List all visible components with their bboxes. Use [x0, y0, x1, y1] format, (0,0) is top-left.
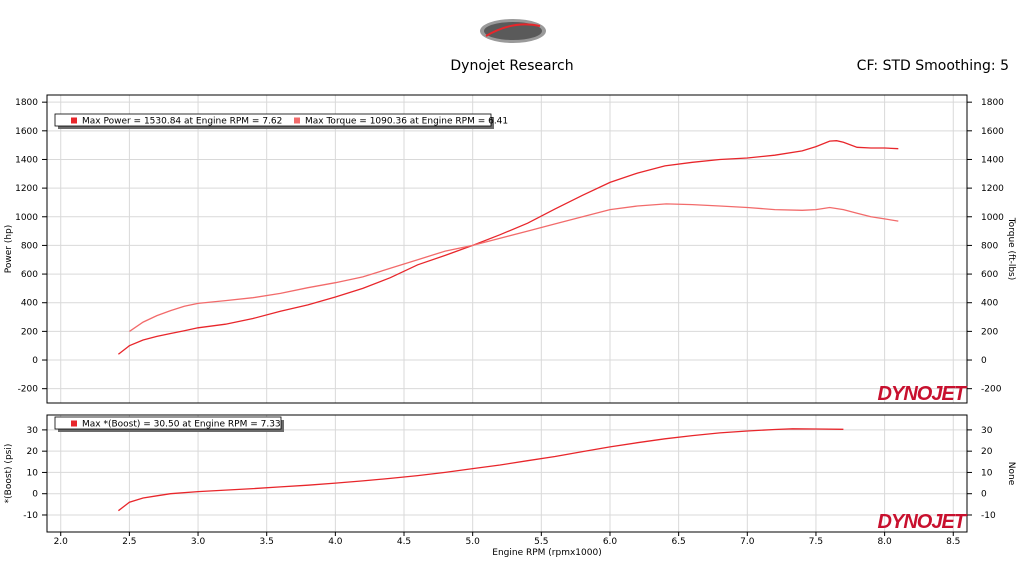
y-right-tick-label: 600	[981, 270, 998, 280]
y-right-tick-label: 400	[981, 299, 998, 309]
y-right-tick-label: 0	[981, 490, 987, 500]
y-tick-label: 0	[32, 356, 38, 366]
x-tick-label: 8.0	[877, 537, 892, 547]
dynojet-watermark: DYNOJET	[878, 511, 968, 533]
x-tick-label: 6.5	[671, 537, 685, 547]
y-tick-label: 10	[27, 468, 39, 478]
y-tick-label: 0	[32, 490, 38, 500]
y-axis-label: Power (hp)	[4, 225, 14, 274]
y-tick-label: 800	[21, 241, 38, 251]
x-axis-label: Engine RPM (rpmx1000)	[492, 548, 601, 558]
x-tick-label: 4.0	[328, 537, 343, 547]
x-tick-label: 5.5	[534, 537, 548, 547]
boost-legend-swatch	[71, 420, 77, 427]
x-tick-label: 7.5	[809, 537, 823, 547]
y-tick-label: 1600	[15, 127, 38, 137]
y-tick-label: 200	[21, 327, 38, 337]
y-right-tick-label: 1800	[981, 98, 1004, 108]
boost-series-line	[118, 428, 844, 512]
y-axis-label: *(Boost) (psi)	[4, 444, 14, 504]
dynojet-watermark: DYNOJET	[878, 383, 968, 405]
y-right-tick-label: -10	[981, 511, 996, 521]
y-tick-label: -200	[18, 385, 39, 395]
x-tick-label: 4.5	[397, 537, 411, 547]
x-tick-label: 6.0	[603, 537, 618, 547]
y-tick-label: 20	[27, 447, 39, 457]
y-right-tick-label: -200	[981, 385, 1002, 395]
power-legend-label: Max Power = 1530.84 at Engine RPM = 7.62	[82, 117, 282, 127]
x-tick-label: 3.0	[191, 537, 206, 547]
dyno-chart: -200 -2000 0200 200400 400600 600800 8001000 10…	[4, 94, 1016, 558]
y-right-tick-label: 1000	[981, 213, 1004, 223]
torque-series-line	[129, 203, 899, 332]
power-series-line	[117, 140, 899, 355]
x-tick-label: 3.5	[260, 537, 274, 547]
y-tick-label: 400	[21, 299, 38, 309]
x-tick-label: 8.5	[946, 537, 960, 547]
y-right-tick-label: 1200	[981, 184, 1004, 194]
y-right-tick-label: 20	[981, 447, 993, 457]
y-right-tick-label: 0	[981, 356, 987, 366]
y-right-tick-label: 200	[981, 327, 998, 337]
y-right-tick-label: 800	[981, 241, 998, 251]
y-right-axis-label: None	[1006, 462, 1016, 486]
torque-legend-label: Max Torque = 1090.36 at Engine RPM = 6.4…	[305, 117, 508, 127]
y-tick-label: 1400	[15, 155, 38, 165]
torque-legend-swatch	[294, 117, 300, 124]
y-tick-label: -10	[23, 511, 38, 521]
power-legend-swatch	[71, 117, 77, 124]
x-tick-label: 5.0	[466, 537, 481, 547]
boost-legend-label: Max *(Boost) = 30.50 at Engine RPM = 7.3…	[82, 420, 281, 430]
y-tick-label: 600	[21, 270, 38, 280]
y-right-tick-label: 30	[981, 426, 993, 436]
x-tick-label: 2.0	[54, 537, 69, 547]
y-right-tick-label: 1400	[981, 155, 1004, 165]
x-tick-label: 2.5	[122, 537, 136, 547]
y-right-tick-label: 1600	[981, 127, 1004, 137]
boost-panel-frame	[46, 414, 968, 533]
y-tick-label: 30	[27, 426, 39, 436]
y-right-axis-label: Torque (ft-lbs)	[1006, 217, 1016, 281]
y-tick-label: 1200	[15, 184, 38, 194]
x-tick-label: 7.0	[740, 537, 755, 547]
y-tick-label: 1000	[15, 213, 38, 223]
y-right-tick-label: 10	[981, 468, 993, 478]
y-tick-label: 1800	[15, 98, 38, 108]
